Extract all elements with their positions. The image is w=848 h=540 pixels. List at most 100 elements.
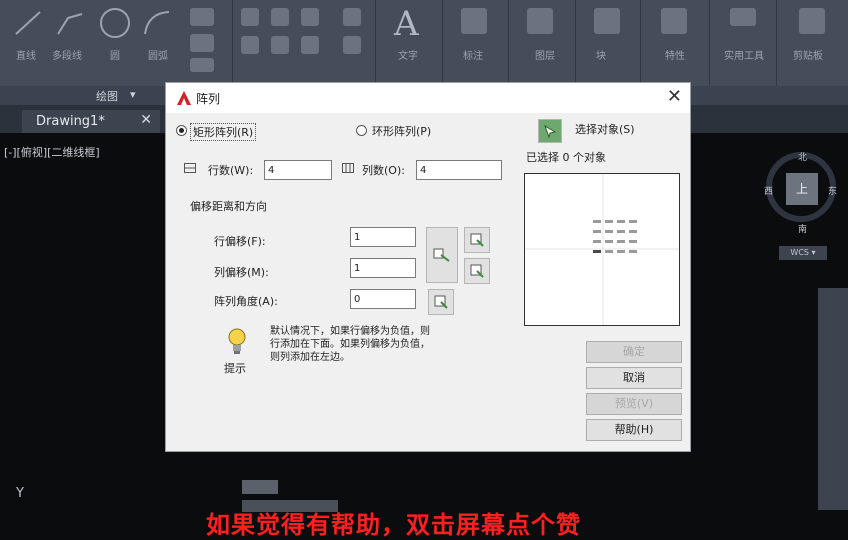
draw-more-icon[interactable] bbox=[190, 58, 214, 72]
pick-angle-icon bbox=[434, 295, 448, 309]
document-tab[interactable]: Drawing1* ✕ bbox=[22, 110, 160, 133]
utilities-label: 实用工具 bbox=[724, 51, 764, 62]
arc-tool-icon[interactable] bbox=[142, 8, 172, 38]
array-icon[interactable] bbox=[343, 36, 361, 54]
rect-array-radio[interactable] bbox=[176, 125, 187, 136]
layer-label: 图层 bbox=[535, 51, 555, 62]
navigation-bar[interactable] bbox=[818, 288, 848, 510]
compass-east: 东 bbox=[828, 187, 838, 197]
dialog-title: 阵列 bbox=[196, 92, 221, 106]
dimension-label: 标注 bbox=[463, 51, 483, 62]
viewcube-top-face[interactable]: 上 bbox=[786, 173, 818, 205]
rectangle-tool-icon[interactable] bbox=[190, 8, 214, 26]
rows-input[interactable] bbox=[264, 160, 332, 180]
polyline-tool-icon[interactable] bbox=[56, 8, 84, 38]
wcs-menu[interactable]: WCS ▾ bbox=[779, 246, 827, 260]
circle-tool-label: 圆 bbox=[110, 51, 120, 62]
block-icon[interactable] bbox=[594, 8, 620, 34]
columns-input[interactable] bbox=[416, 160, 502, 180]
paste-icon[interactable] bbox=[799, 8, 825, 34]
selected-count: 已选择 0 个对象 bbox=[526, 151, 606, 164]
cancel-button[interactable]: 取消 bbox=[586, 367, 682, 389]
autocad-logo-icon bbox=[177, 91, 191, 105]
properties-panel: 特性 bbox=[641, 0, 710, 86]
row-offset-input[interactable] bbox=[350, 227, 416, 247]
ok-button[interactable]: 确定 bbox=[586, 341, 682, 363]
hatch-tool-icon[interactable] bbox=[190, 34, 214, 52]
properties-label: 特性 bbox=[665, 51, 685, 62]
pick-offset-icon bbox=[433, 248, 450, 262]
array-dialog: 阵列 ✕ 矩形阵列(R) 环形阵列(P) 选择对象(S) 已选择 0 个对象 行… bbox=[165, 82, 691, 452]
dialog-titlebar[interactable]: 阵列 ✕ bbox=[166, 83, 690, 113]
draw-panel: 直线 多段线 圆 圆弧 bbox=[0, 0, 233, 86]
close-icon[interactable]: ✕ bbox=[667, 86, 682, 107]
column-offset-input[interactable] bbox=[350, 258, 416, 278]
preview-grid-glyphs bbox=[593, 220, 637, 253]
pick-row-offset-button[interactable] bbox=[464, 227, 490, 253]
polar-array-label[interactable]: 环形阵列(P) bbox=[372, 123, 431, 139]
dimension-icon[interactable] bbox=[461, 8, 487, 34]
array-angle-input[interactable] bbox=[350, 289, 416, 309]
fillet-icon[interactable] bbox=[343, 8, 361, 26]
mirror-icon[interactable] bbox=[271, 36, 289, 54]
select-objects-button[interactable] bbox=[538, 119, 562, 143]
columns-icon bbox=[342, 163, 354, 173]
utilities-panel: 实用工具 bbox=[710, 0, 777, 86]
block-panel: 块 bbox=[576, 0, 641, 86]
tip-line: 行添加在下面。如果列偏移为负值， bbox=[270, 339, 430, 350]
clipboard-label: 剪贴板 bbox=[793, 51, 823, 62]
rect-array-label[interactable]: 矩形阵列(R) bbox=[190, 123, 257, 141]
help-button[interactable]: 帮助(H) bbox=[586, 419, 682, 441]
chevron-down-icon[interactable]: ▾ bbox=[130, 88, 136, 101]
rotate-icon[interactable] bbox=[271, 8, 289, 26]
pick-column-offset-button[interactable] bbox=[464, 258, 490, 284]
array-preview bbox=[524, 173, 680, 326]
line-tool-icon[interactable] bbox=[14, 8, 42, 38]
array-preview-canvas bbox=[525, 174, 679, 325]
modify-panel bbox=[233, 0, 376, 86]
ucs-axis-y: Y bbox=[16, 486, 24, 501]
close-icon[interactable]: ✕ bbox=[140, 112, 152, 128]
layer-icon[interactable] bbox=[527, 8, 553, 34]
compass-west: 西 bbox=[764, 187, 774, 197]
viewport-controls[interactable]: [-][俯视][二维线框] bbox=[4, 144, 100, 160]
row-offset-label: 行偏移(F): bbox=[214, 235, 266, 248]
polar-array-radio[interactable] bbox=[356, 125, 367, 136]
move-icon[interactable] bbox=[241, 8, 259, 26]
tip-line: 默认情况下，如果行偏移为负值，则 bbox=[270, 326, 430, 337]
tip-line: 则列添加在左边。 bbox=[270, 352, 350, 363]
compass-north: 北 bbox=[798, 153, 808, 163]
block-label: 块 bbox=[596, 51, 606, 62]
line-tool-label: 直线 bbox=[16, 51, 36, 62]
text-tool-label: 文字 bbox=[398, 51, 418, 62]
polyline-tool-label: 多段线 bbox=[52, 51, 82, 62]
properties-icon[interactable] bbox=[661, 8, 687, 34]
compass-south: 南 bbox=[798, 225, 808, 235]
pick-row-offset-icon bbox=[470, 233, 484, 247]
measure-icon[interactable] bbox=[730, 8, 756, 26]
tip-text: 默认情况下，如果行偏移为负值，则 行添加在下面。如果列偏移为负值， 则列添加在左… bbox=[270, 325, 430, 364]
tip-label: 提示 bbox=[224, 362, 246, 375]
rows-icon bbox=[184, 163, 196, 173]
preview-button[interactable]: 预览(V) bbox=[586, 393, 682, 415]
text-tool-icon[interactable]: A bbox=[394, 4, 419, 44]
layer-panel: 图层 bbox=[509, 0, 576, 86]
pick-column-offset-icon bbox=[470, 264, 484, 278]
circle-tool-icon[interactable] bbox=[98, 6, 132, 40]
pick-angle-button[interactable] bbox=[428, 289, 454, 315]
annotation-panel: A 文字 bbox=[376, 0, 443, 86]
columns-label: 列数(O): bbox=[362, 164, 405, 177]
lightbulb-icon bbox=[228, 328, 246, 354]
draw-panel-title[interactable]: 绘图 bbox=[96, 88, 118, 104]
dimension-panel: 标注 bbox=[443, 0, 509, 86]
copy-icon[interactable] bbox=[241, 36, 259, 54]
offset-section-title: 偏移距离和方向 bbox=[190, 200, 267, 213]
pick-both-offsets-button[interactable] bbox=[426, 227, 458, 283]
stretch-icon[interactable] bbox=[301, 36, 319, 54]
trim-icon[interactable] bbox=[301, 8, 319, 26]
arc-tool-label: 圆弧 bbox=[148, 51, 168, 62]
select-objects-label: 选择对象(S) bbox=[575, 123, 635, 136]
command-tooltip bbox=[242, 480, 278, 494]
rows-label: 行数(W): bbox=[208, 164, 254, 177]
video-subtitle: 如果觉得有帮助，双击屏幕点个赞 bbox=[206, 511, 581, 539]
